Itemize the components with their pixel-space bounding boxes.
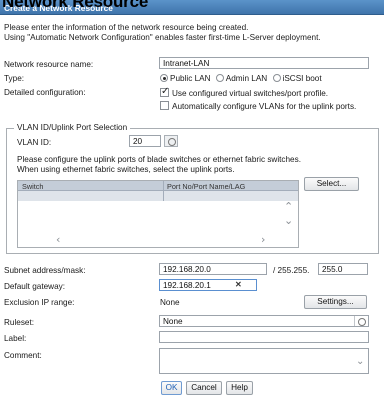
scroll-up-icon[interactable]: ⌃: [284, 200, 293, 213]
radio-icon: [272, 74, 281, 82]
label-field-label: Label:: [4, 334, 27, 343]
vlan-instruction-line-1: Please configure the uplink ports of bla…: [17, 155, 301, 164]
type-label: Type:: [4, 74, 25, 83]
scroll-left-icon[interactable]: ‹: [56, 233, 60, 246]
checkbox-auto-configure-label: Automatically configure VLANs for the up…: [172, 102, 357, 111]
vlan-id-input[interactable]: 20: [129, 135, 161, 147]
checkbox-auto-configure-vlans[interactable]: Automatically configure VLANs for the up…: [160, 101, 356, 111]
exclusion-ip-label: Exclusion IP range:: [4, 298, 75, 307]
vlan-id-spin-icon[interactable]: [164, 135, 178, 147]
overlay-title: Network Resource: [2, 0, 149, 11]
ruleset-combobox[interactable]: None: [159, 315, 369, 327]
vlan-instructions: Please configure the uplink ports of bla…: [17, 155, 301, 175]
comment-scroll-down-icon[interactable]: ⌄: [356, 357, 364, 367]
grid-row[interactable]: [18, 191, 298, 201]
radio-public-lan[interactable]: Public LAN: [160, 74, 211, 83]
radio-admin-lan[interactable]: Admin LAN: [215, 74, 268, 83]
description-line-2: Using "Automatic Network Configuration" …: [4, 33, 321, 42]
subnet-address-input[interactable]: 192.168.20.0: [159, 263, 267, 275]
exclusion-settings-button[interactable]: Settings...: [304, 295, 367, 309]
checkbox-use-configured-label: Use configured virtual switches/port pro…: [172, 89, 329, 98]
vlan-id-label: VLAN ID:: [17, 138, 52, 147]
select-ports-button[interactable]: Select...: [304, 177, 359, 191]
ruleset-value: None: [163, 317, 183, 326]
network-name-label: Network resource name:: [4, 60, 94, 69]
checkbox-checked-icon: [160, 86, 169, 97]
detail-config-label: Detailed configuration:: [4, 88, 86, 97]
comment-scroll-up-icon[interactable]: ⌃: [356, 349, 364, 356]
scroll-down-icon[interactable]: ⌄: [284, 214, 293, 227]
help-button[interactable]: Help: [226, 381, 253, 395]
dialog-description: Please enter the information of the netw…: [4, 23, 382, 43]
default-gateway-input[interactable]: 192.168.20.1: [159, 279, 257, 291]
subnet-mask-input[interactable]: 255.0: [318, 263, 368, 275]
grid-column-divider: [163, 181, 164, 201]
exclusion-ip-value: None: [160, 298, 180, 307]
uplink-port-grid[interactable]: Switch Port No/Port Name/LAG ⌃ ⌄ ‹ ›: [17, 180, 299, 248]
network-name-input[interactable]: Intranet-LAN: [159, 57, 369, 69]
column-switch: Switch: [22, 182, 44, 191]
radio-icon: [215, 74, 224, 82]
clear-icon[interactable]: ✕: [235, 280, 242, 289]
radio-selected-icon: [160, 74, 168, 82]
subnet-label: Subnet address/mask:: [4, 266, 86, 275]
default-gateway-value: 192.168.20.1: [163, 281, 211, 290]
radio-iscsi-boot-label: iSCSI boot: [282, 74, 322, 83]
ruleset-label: Ruleset:: [4, 318, 35, 327]
radio-iscsi-boot[interactable]: iSCSI boot: [272, 74, 322, 83]
radio-public-lan-label: Public LAN: [170, 74, 211, 83]
scroll-right-icon[interactable]: ›: [261, 233, 265, 246]
description-line-1: Please enter the information of the netw…: [4, 23, 249, 32]
type-radio-group: Public LAN Admin LAN iSCSI boot: [160, 74, 322, 83]
ruleset-dropdown-icon[interactable]: [354, 316, 368, 326]
cancel-button[interactable]: Cancel: [186, 381, 222, 395]
default-gateway-label: Default gateway:: [4, 282, 65, 291]
checkbox-icon: [160, 101, 169, 110]
ok-button[interactable]: OK: [161, 381, 182, 395]
vlan-group-title: VLAN ID/Uplink Port Selection: [14, 123, 131, 132]
radio-admin-lan-label: Admin LAN: [225, 74, 268, 83]
vlan-instruction-line-2: When using ethernet fabric switches, sel…: [17, 165, 235, 174]
comment-label: Comment:: [4, 351, 42, 360]
label-input[interactable]: [159, 331, 369, 343]
checkbox-use-configured-switches[interactable]: Use configured virtual switches/port pro…: [160, 86, 329, 98]
grid-header: Switch Port No/Port Name/LAG: [18, 181, 298, 191]
column-port: Port No/Port Name/LAG: [167, 182, 246, 191]
subnet-mask-prefix: / 255.255.: [273, 266, 310, 275]
comment-textarea[interactable]: ⌃ ⌄: [159, 348, 369, 374]
